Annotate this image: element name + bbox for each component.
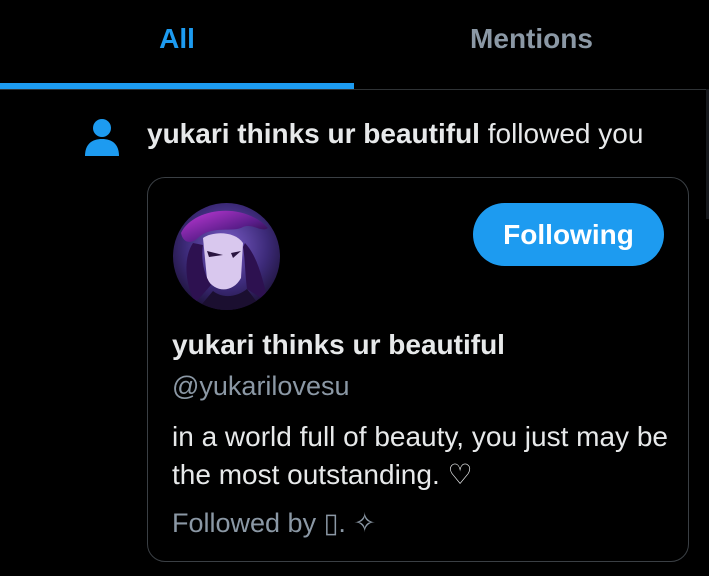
profile-handle[interactable]: @yukarilovesu <box>172 371 349 402</box>
avatar[interactable] <box>173 203 280 310</box>
profile-card[interactable]: Following yukari thinks ur beautiful @yu… <box>147 177 689 562</box>
tab-all[interactable]: All <box>0 0 354 89</box>
active-tab-indicator <box>0 83 354 89</box>
following-button[interactable]: Following <box>473 203 664 266</box>
profile-bio: in a world full of beauty, you just may … <box>172 421 668 490</box>
tab-mentions-label: Mentions <box>470 22 593 54</box>
notification-action: followed you <box>487 118 644 149</box>
notifications-page: All Mentions yukari thinks ur beautiful … <box>0 0 709 576</box>
profile-name[interactable]: yukari thinks ur beautiful <box>172 329 505 361</box>
notification-actor-name[interactable]: yukari thinks ur beautiful <box>147 118 480 149</box>
tab-all-label: All <box>159 22 195 54</box>
followed-by-text[interactable]: Followed by ▯. ✧ <box>172 508 376 539</box>
notification-tabs: All Mentions <box>0 0 709 90</box>
tab-mentions[interactable]: Mentions <box>354 0 709 89</box>
notification-text: yukari thinks ur beautiful followed you <box>147 114 643 154</box>
person-icon <box>84 118 120 158</box>
